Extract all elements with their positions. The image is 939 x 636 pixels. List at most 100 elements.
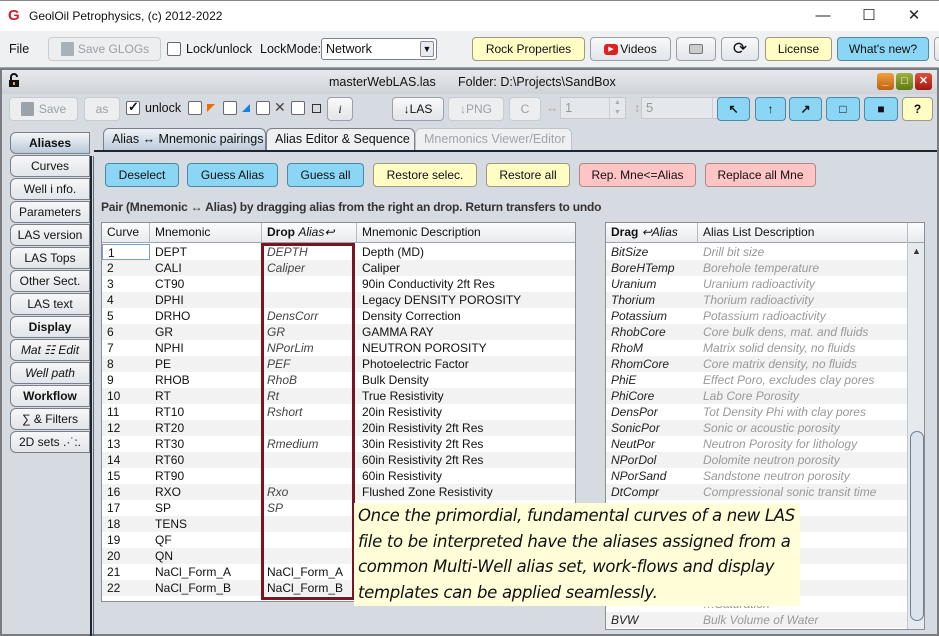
tab-alias-editor-sequence[interactable]: Alias Editor & Sequence — [266, 128, 415, 151]
cell-alias[interactable]: DEPTH — [262, 244, 357, 260]
inner-close-button[interactable]: ✕ — [915, 73, 932, 90]
videos-button[interactable]: ▶ Videos — [590, 37, 671, 61]
cell-alias[interactable] — [262, 452, 357, 468]
alias-scrollbar-thumb[interactable] — [910, 431, 924, 621]
side-tab-well-i-nfo[interactable]: Well i nfo. — [10, 178, 90, 200]
lockmode-select[interactable]: Network ▼ — [321, 38, 437, 60]
export-png-button[interactable]: ↓PNG — [448, 97, 504, 121]
cell-alias[interactable]: RhomCore — [606, 356, 698, 372]
cell-alias[interactable] — [262, 292, 357, 308]
close-button[interactable]: ✕ — [899, 5, 929, 27]
side-tab-filters[interactable]: ∑ & Filters — [10, 408, 90, 430]
header-drag-alias[interactable]: Drag ↩Alias — [606, 223, 698, 243]
curve-row[interactable]: 5 DRHO DensCorr Density Correction — [102, 308, 575, 324]
arrow-upright-button[interactable]: ↗ — [789, 97, 822, 121]
alias-scrollbar[interactable]: ▲ — [907, 243, 924, 629]
side-tab-well-path[interactable]: Well path — [10, 362, 90, 384]
alias-row[interactable]: RhobCore Core bulk dens, mat. and fluids — [606, 324, 907, 340]
cell-alias[interactable]: Potassium — [606, 308, 698, 324]
horizontal-spinner[interactable]: 1 ▲ ▼ — [560, 97, 626, 119]
alias-row[interactable]: NeutPor Neutron Porosity for lithology — [606, 436, 907, 452]
deselect-button[interactable]: Deselect — [105, 163, 179, 187]
help-button[interactable]: ? — [902, 97, 933, 121]
cell-alias[interactable]: GR — [262, 324, 357, 340]
restore-selection-button[interactable]: Restore selec. — [373, 163, 477, 187]
cell-alias[interactable]: SP — [262, 500, 357, 516]
option-checkbox-4[interactable] — [291, 101, 305, 115]
cell-alias[interactable]: RhoB — [262, 372, 357, 388]
cell-alias[interactable]: BitSize — [606, 244, 698, 260]
header-mnemonic-description[interactable]: Mnemonic Description — [357, 223, 575, 243]
alias-row[interactable]: PhiE Effect Poro, excludes clay pores — [606, 372, 907, 388]
cell-alias[interactable]: BoreHTemp — [606, 260, 698, 276]
alias-row[interactable]: Uranium Uranium radioactivity — [606, 276, 907, 292]
cell-alias[interactable] — [262, 468, 357, 484]
curve-row[interactable]: 15 RT90 60in Resistivity — [102, 468, 575, 484]
side-tab-las-version[interactable]: LAS version — [10, 224, 90, 246]
cell-alias[interactable]: RhobCore — [606, 324, 698, 340]
curve-row[interactable]: 8 PE PEF Photoelectric Factor — [102, 356, 575, 372]
inner-minimize-button[interactable]: _ — [877, 73, 894, 90]
cell-alias[interactable] — [262, 420, 357, 436]
maximize-button[interactable]: ☐ — [854, 5, 884, 27]
cell-alias[interactable]: DtCompr — [606, 484, 698, 500]
side-tab-mat-edit[interactable]: Mat ☷ Edit — [10, 339, 90, 361]
alias-row[interactable]: NPorSand Sandstone neutron porosity — [606, 468, 907, 484]
overflow-button[interactable] — [934, 37, 939, 61]
curve-row[interactable]: 2 CALI Caliper Caliper — [102, 260, 575, 276]
outline-square-button[interactable]: □ — [826, 97, 860, 121]
arrow-up-button[interactable]: ↑ — [755, 97, 786, 121]
rock-properties-button[interactable]: Rock Properties — [472, 37, 585, 61]
cell-alias[interactable]: Rshort — [262, 404, 357, 420]
side-tab-display[interactable]: Display — [10, 316, 90, 338]
cell-alias[interactable]: PhiCore — [606, 388, 698, 404]
alias-row[interactable]: DensPor Tot Density Phi with clay pores — [606, 404, 907, 420]
c-button[interactable]: C — [509, 97, 541, 121]
side-tab-las-text[interactable]: LAS text — [10, 293, 90, 315]
curve-row[interactable]: 9 RHOB RhoB Bulk Density — [102, 372, 575, 388]
export-las-button[interactable]: ↓LAS — [392, 97, 444, 121]
side-tab-2d-sets[interactable]: 2D sets .·˙:. — [10, 431, 90, 453]
side-tab-other-sect[interactable]: Other Sect. — [10, 270, 90, 292]
cell-alias[interactable]: PEF — [262, 356, 357, 372]
curve-row[interactable]: 14 RT60 60in Resistivity 2ft Res — [102, 452, 575, 468]
cell-alias[interactable] — [262, 276, 357, 292]
cell-alias[interactable]: NeutPor — [606, 436, 698, 452]
alias-row[interactable]: SonicPor Sonic or acoustic porosity — [606, 420, 907, 436]
alias-row[interactable]: RhoM Matrix solid density, no fluids — [606, 340, 907, 356]
cell-alias[interactable]: BVW — [606, 612, 698, 628]
alias-row[interactable]: BitSize Drill bit size — [606, 244, 907, 260]
save-as-button[interactable]: as — [84, 97, 120, 121]
header-curve[interactable]: Curve — [102, 223, 150, 243]
save-glogs-button[interactable]: Save GLOGs — [48, 37, 161, 61]
alias-row[interactable]: Thorium Thorium radioactivity — [606, 292, 907, 308]
cell-alias[interactable]: Uranium — [606, 276, 698, 292]
option-checkbox-2[interactable] — [223, 101, 237, 115]
curve-row[interactable]: 11 RT10 Rshort 20in Resistivity — [102, 404, 575, 420]
alias-row[interactable]: NPorDol Dolomite neutron porosity — [606, 452, 907, 468]
whats-new-button[interactable]: What's new? — [837, 37, 929, 61]
replace-all-mnemonics-button[interactable]: Replace all Mne — [705, 163, 816, 187]
cell-alias[interactable]: Rxo — [262, 484, 357, 500]
cell-alias[interactable] — [262, 516, 357, 532]
vertical-spinner[interactable]: 5 ▲▼ — [641, 97, 729, 119]
screenshot-button[interactable] — [676, 37, 716, 61]
cell-alias[interactable]: SonicPor — [606, 420, 698, 436]
curve-row[interactable]: 16 RXO Rxo Flushed Zone Resistivity — [102, 484, 575, 500]
replace-mnemonic-with-alias-button[interactable]: Rep. Mne<=Alias — [579, 163, 696, 187]
cell-alias[interactable]: NPorDol — [606, 452, 698, 468]
cell-alias[interactable] — [262, 532, 357, 548]
curve-row[interactable]: 7 NPHI NPorLim NEUTRON POROSITY — [102, 340, 575, 356]
alias-row[interactable]: BoreHTemp Borehole temperature — [606, 260, 907, 276]
tab-alias-mnemonic-pairings[interactable]: Alias ↔ Mnemonic pairings — [103, 128, 266, 151]
guess-all-button[interactable]: Guess all — [287, 163, 364, 187]
cell-alias[interactable]: DensPor — [606, 404, 698, 420]
guess-alias-button[interactable]: Guess Alias — [187, 163, 278, 187]
header-drop-alias[interactable]: Drop Alias↩ — [262, 223, 357, 243]
curve-row[interactable]: 12 RT20 20in Resistivity 2ft Res — [102, 420, 575, 436]
alias-row[interactable]: PhiCore Lab Core Porosity — [606, 388, 907, 404]
option-checkbox-3[interactable] — [256, 101, 270, 115]
cell-alias[interactable]: DensCorr — [262, 308, 357, 324]
curve-row[interactable]: 13 RT30 Rmedium 30in Resistivity 2ft Res — [102, 436, 575, 452]
side-tab-workflow[interactable]: Workflow — [10, 385, 90, 407]
